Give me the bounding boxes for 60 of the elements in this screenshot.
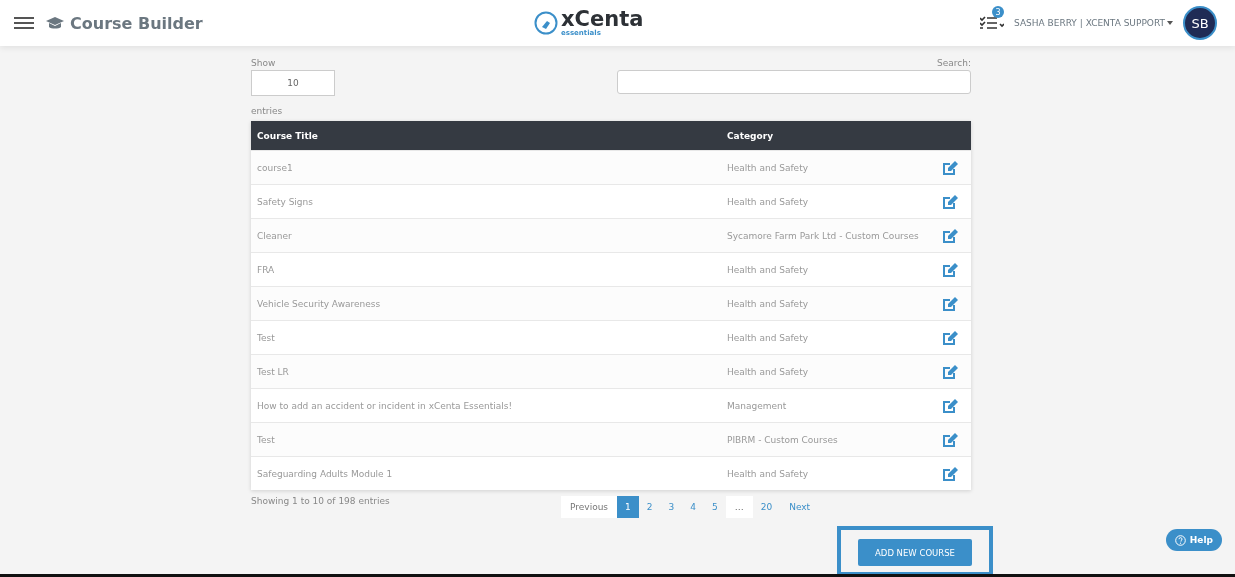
help-button[interactable]: Help — [1165, 529, 1222, 551]
edit-icon[interactable] — [941, 193, 959, 210]
pagination-button[interactable]: 4 — [682, 496, 704, 518]
tasks-badge: 3 — [992, 6, 1005, 18]
edit-icon[interactable] — [941, 261, 959, 278]
table-cell-text: Health and Safety — [727, 332, 809, 343]
column-header[interactable]: Course Title — [257, 130, 727, 141]
tasks-icon[interactable] — [980, 16, 1005, 30]
edit-icon[interactable] — [941, 465, 959, 482]
table-cell-text: Management — [727, 400, 788, 411]
edit-icon[interactable] — [941, 397, 959, 414]
edit-icon[interactable] — [941, 363, 959, 380]
table-cell-text: Health and Safety — [727, 162, 809, 173]
edit-icon[interactable] — [941, 159, 959, 176]
graduation-cap-icon — [46, 16, 64, 30]
logo-icon — [534, 11, 558, 35]
table-cell-text: FRA — [257, 264, 276, 275]
caret-icon[interactable] — [1167, 21, 1173, 25]
user-menu[interactable]: SASHA BERRY | XCENTA SUPPORT — [1014, 18, 1165, 28]
table-cell-text: Test — [257, 434, 276, 445]
pagination-button[interactable]: … — [725, 496, 753, 518]
pagination-button[interactable]: 1 — [617, 496, 639, 518]
table-cell-text: Health and Safety — [727, 468, 809, 479]
table-cell-text: Safeguarding Adults Module 1 — [257, 468, 394, 479]
table-cell-text: Health and Safety — [727, 196, 809, 207]
add-course-button[interactable]: ADD NEW COURSE — [858, 539, 972, 566]
pagination-button[interactable]: Previous — [561, 496, 618, 518]
edit-icon[interactable] — [941, 329, 959, 346]
entries-select[interactable]: 10 — [251, 70, 335, 96]
show-label: Show — [251, 58, 276, 68]
table-cell-text: Safety Signs — [257, 196, 314, 207]
table-cell-text: Health and Safety — [727, 298, 809, 309]
table-cell-text: How to add an accident or incident in xCenta Essentials! — [257, 400, 514, 411]
edit-icon[interactable] — [941, 295, 959, 312]
search-field[interactable] — [617, 70, 971, 94]
pagination-button[interactable]: 5 — [704, 496, 726, 518]
menu-icon[interactable] — [14, 17, 34, 29]
table-cell-text: Cleaner — [257, 230, 293, 241]
table-cell-text: Vehicle Security Awareness — [257, 298, 382, 309]
table-cell-text: Test — [257, 332, 276, 343]
column-header[interactable]: Category — [727, 130, 971, 141]
entries-info: Showing 1 to 10 of 198 entries — [251, 496, 391, 506]
table-cell-text: Sycamore Farm Park Ltd - Custom Courses — [727, 230, 920, 241]
pagination-button[interactable]: Next — [780, 496, 820, 518]
search-label: Search: — [937, 58, 971, 68]
pagination-button[interactable]: 20 — [752, 496, 781, 518]
entries-label: entries — [251, 106, 283, 116]
edit-icon[interactable] — [941, 431, 959, 448]
pagination-button[interactable]: 2 — [638, 496, 661, 518]
user-avatar[interactable]: SB — [1183, 6, 1217, 40]
logo-name: xCenta — [561, 9, 644, 30]
pagination-button[interactable]: 3 — [660, 496, 683, 518]
page-title: Course Builder — [70, 13, 203, 33]
table-cell-text: Test LR — [257, 366, 290, 377]
table-cell-text: Health and Safety — [727, 366, 809, 377]
edit-icon[interactable] — [941, 227, 959, 244]
table-cell-text: PIBRM - Custom Courses — [727, 434, 839, 445]
question-icon — [1174, 534, 1186, 546]
table-cell-text: course1 — [257, 162, 294, 173]
table-cell-text: Health and Safety — [727, 264, 809, 275]
